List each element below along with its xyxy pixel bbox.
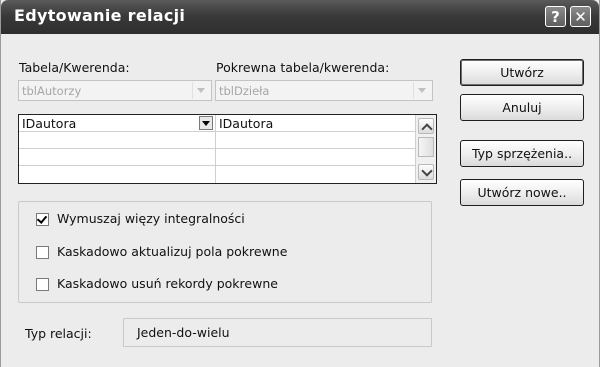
field-dropdown-icon[interactable] xyxy=(199,116,213,130)
grid-cell-text: IDautora xyxy=(22,116,77,131)
relationship-type-value: Jeden-do-wielu xyxy=(137,325,230,340)
relationship-type-label: Typ relacji: xyxy=(25,326,92,341)
help-icon: ? xyxy=(551,8,560,26)
grid-cell-right[interactable]: IDautora xyxy=(216,115,416,132)
table-combo-dropdown-icon[interactable] xyxy=(192,82,210,99)
related-table-combo-dropdown-icon[interactable] xyxy=(413,82,431,99)
checkmark-icon xyxy=(36,213,48,224)
grid-cell-left[interactable] xyxy=(19,132,216,149)
join-type-button[interactable]: Typ sprzężenia.. xyxy=(460,140,584,167)
help-button[interactable]: ? xyxy=(545,6,566,27)
cascade-delete-checkbox[interactable] xyxy=(36,278,49,291)
grid-cell-text: IDautora xyxy=(219,116,274,131)
grid-scrollbar[interactable] xyxy=(415,115,436,183)
field-mapping-grid[interactable]: IDautora IDautora xyxy=(18,114,437,184)
title-bar[interactable]: Edytowanie relacji ? ✕ xyxy=(1,0,599,34)
related-table-combo[interactable]: tblDzieła xyxy=(215,80,433,101)
scroll-thumb[interactable] xyxy=(418,137,434,157)
table-combo-value: tblAutorzy xyxy=(22,84,82,98)
cancel-button[interactable]: Anuluj xyxy=(460,94,584,121)
grid-cell-left[interactable]: IDautora xyxy=(19,115,216,132)
scroll-down-icon[interactable] xyxy=(418,164,434,180)
related-table-combo-value: tblDzieła xyxy=(219,84,270,98)
related-table-label: Pokrewna tabela/kwerenda: xyxy=(216,60,390,75)
grid-cell-left[interactable] xyxy=(19,149,216,166)
cascade-update-checkbox[interactable] xyxy=(36,246,49,259)
create-new-button[interactable]: Utwórz nowe.. xyxy=(460,179,584,206)
dialog-title: Edytowanie relacji xyxy=(14,6,186,25)
enforce-integrity-label[interactable]: Wymuszaj więzy integralności xyxy=(57,211,245,226)
edit-relationships-dialog: Edytowanie relacji ? ✕ Tabela/Kwerenda: … xyxy=(0,0,600,367)
scroll-up-icon[interactable] xyxy=(418,118,434,135)
cascade-delete-label[interactable]: Kaskadowo usuń rekordy pokrewne xyxy=(57,276,278,291)
table-combo[interactable]: tblAutorzy xyxy=(18,80,212,101)
grid-cell-left[interactable] xyxy=(19,166,216,183)
enforce-integrity-checkbox[interactable] xyxy=(36,213,49,226)
referential-integrity-group: Wymuszaj więzy integralności Kaskadowo a… xyxy=(18,201,432,303)
cascade-update-label[interactable]: Kaskadowo aktualizuj pola pokrewne xyxy=(57,244,287,259)
relationship-type-box: Jeden-do-wielu xyxy=(123,318,432,347)
grid-cell-right[interactable] xyxy=(216,132,416,149)
create-button[interactable]: Utwórz xyxy=(460,59,584,86)
grid-cell-right[interactable] xyxy=(216,166,416,183)
table-query-label: Tabela/Kwerenda: xyxy=(19,60,130,75)
close-button[interactable]: ✕ xyxy=(570,6,591,27)
grid-cell-right[interactable] xyxy=(216,149,416,166)
close-icon: ✕ xyxy=(574,8,587,26)
